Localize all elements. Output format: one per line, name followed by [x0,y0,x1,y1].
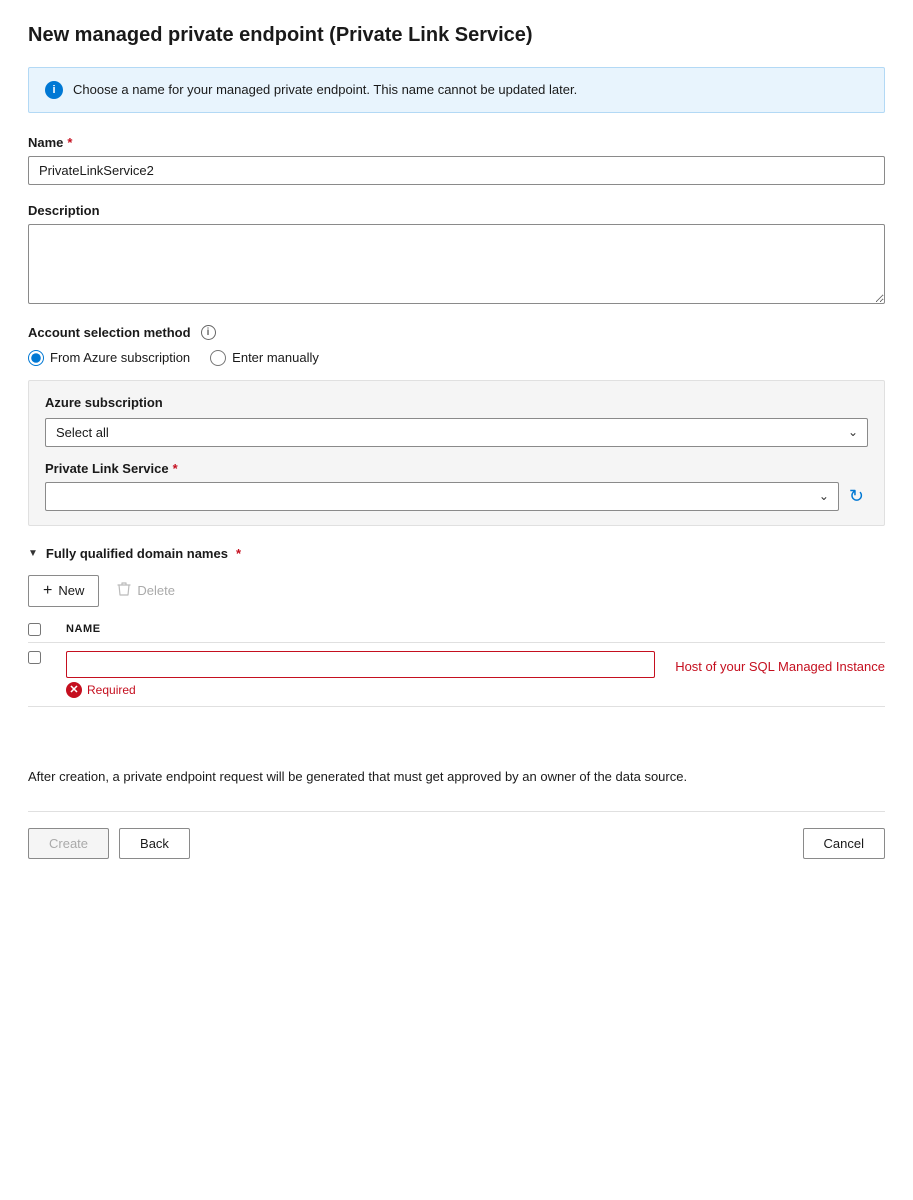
account-selection-info-icon[interactable]: i [201,325,216,340]
description-field-group: Description [28,203,885,307]
header-checkbox[interactable] [28,623,41,636]
private-link-select[interactable] [45,482,839,511]
plus-icon: + [43,582,52,600]
name-input[interactable] [28,156,885,185]
name-required-star: * [67,135,72,150]
required-message: ✕ Required [66,682,655,698]
action-bar-left: Create Back [28,828,190,859]
row-checkbox[interactable] [28,651,41,664]
table-header-row: NAME [28,623,885,643]
info-banner-text: Choose a name for your managed private e… [73,80,577,100]
azure-subscription-wrapper: Select all ⌄ [45,418,868,447]
header-checkbox-col [28,623,56,636]
fqdn-section: ▼ Fully qualified domain names * + New D… [28,546,885,707]
private-link-row: ⌄ ↻ [45,482,868,511]
radio-enter-manually[interactable]: Enter manually [210,350,319,366]
radio-enter-manually-input[interactable] [210,350,226,366]
name-input-col: ✕ Required [66,651,655,698]
azure-subscription-label: Azure subscription [45,395,868,410]
private-link-required-star: * [173,461,178,476]
fqdn-name-input[interactable] [66,651,655,678]
new-button[interactable]: + New [28,575,99,607]
info-banner: i Choose a name for your managed private… [28,67,885,113]
info-icon: i [45,81,63,99]
delete-button[interactable]: Delete [109,575,183,606]
row-checkbox-col [28,651,56,664]
account-selection-group: Account selection method i From Azure su… [28,325,885,526]
azure-subscription-select[interactable]: Select all [45,418,868,447]
col-name-header: NAME [66,623,101,635]
description-label: Description [28,203,885,218]
table-row: ✕ Required Host of your SQL Managed Inst… [28,643,885,707]
radio-from-azure[interactable]: From Azure subscription [28,350,190,366]
private-link-label: Private Link Service * [45,461,868,476]
host-hint: Host of your SQL Managed Instance [665,651,885,674]
fqdn-table: NAME ✕ Required Host of your SQL Managed… [28,623,885,707]
name-field-group: Name * [28,135,885,185]
description-input[interactable] [28,224,885,304]
page-title: New managed private endpoint (Private Li… [28,24,885,47]
private-link-select-wrapper: ⌄ [45,482,839,511]
fqdn-required-star: * [236,546,241,561]
create-button[interactable]: Create [28,828,109,859]
back-button[interactable]: Back [119,828,190,859]
radio-group: From Azure subscription Enter manually [28,350,885,366]
radio-from-azure-input[interactable] [28,350,44,366]
refresh-button[interactable]: ↻ [845,482,868,511]
azure-panel: Azure subscription Select all ⌄ Private … [28,380,885,526]
action-bar: Create Back Cancel [28,811,885,859]
account-selection-label: Account selection method i [28,325,885,340]
trash-icon [117,581,131,600]
cancel-button[interactable]: Cancel [803,828,885,859]
footer-note: After creation, a private endpoint reque… [28,767,885,788]
fqdn-toolbar: + New Delete [28,575,885,607]
fqdn-collapse-icon[interactable]: ▼ [28,548,38,559]
name-label: Name * [28,135,885,150]
error-icon: ✕ [66,682,82,698]
fqdn-header: ▼ Fully qualified domain names * [28,546,885,561]
